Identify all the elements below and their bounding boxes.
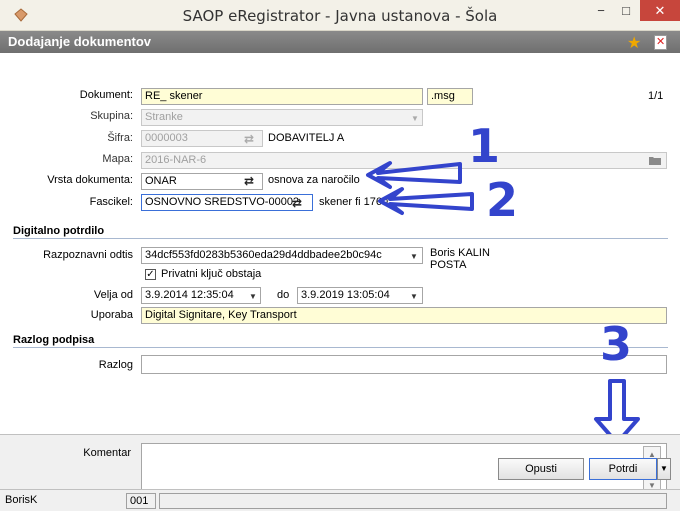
razlog-label: Razlog [98, 359, 133, 371]
section-divider [13, 238, 668, 239]
private-key-label: Privatni ključ obstaja [161, 268, 262, 280]
confirm-button-label: Potrdi [608, 463, 638, 475]
calendar-dropdown-icon[interactable]: ▼ [410, 292, 418, 301]
do-label: do [277, 289, 290, 301]
digital-certificate-section-title: Digitalno potrdilo [13, 225, 105, 237]
certificate-owner-name: Boris KALIN [430, 247, 490, 259]
annotation-number-3: 3 [600, 317, 633, 371]
velja-od-label: Velja od [93, 289, 133, 301]
favorite-star-icon[interactable]: ★ [627, 33, 641, 53]
extension-field[interactable]: .msg [427, 88, 473, 105]
folder-icon[interactable] [648, 155, 662, 166]
title-bar: SAOP eRegistrator - Javna ustanova - Šol… [0, 0, 680, 31]
maximize-button[interactable]: □ [613, 0, 639, 21]
dokument-field[interactable]: RE_ skener [141, 88, 423, 105]
confirm-dropdown-button[interactable]: ▼ [657, 458, 671, 480]
page-title: Dodajanje dokumentov [8, 34, 152, 49]
uporaba-field[interactable]: Digital Signitare, Key Transport [141, 307, 667, 324]
mapa-label: Mapa: [102, 153, 133, 165]
dokument-label: Dokument: [79, 89, 133, 101]
lookup-swap-icon[interactable]: ⇄ [244, 132, 254, 146]
status-message [159, 493, 667, 509]
calendar-dropdown-icon[interactable]: ▼ [249, 292, 257, 301]
skupina-select[interactable]: Stranke [141, 109, 423, 126]
cancel-button-label: Opusti [525, 463, 557, 475]
annotation-number-2: 2 [486, 173, 519, 227]
chevron-down-icon: ▼ [411, 114, 419, 123]
razlog-field[interactable] [141, 355, 667, 374]
signature-reason-section-title: Razlog podpisa [13, 334, 95, 346]
section-divider [13, 347, 668, 348]
status-user: BorisK [5, 494, 38, 506]
vrsta-description: osnova za naročilo [268, 174, 360, 186]
status-bar: BorisK 001 [0, 489, 680, 511]
close-button[interactable]: ✕ [640, 0, 680, 21]
form-body: Dokument: RE_ skener .msg 1/1 Skupina: S… [0, 53, 680, 511]
komentar-label: Komentar [83, 447, 131, 459]
vrsta-label: Vrsta dokumenta: [47, 174, 133, 186]
minimize-button[interactable]: − [589, 0, 613, 21]
confirm-button[interactable]: Potrdi [589, 458, 657, 480]
cancel-button[interactable]: Opusti [498, 458, 584, 480]
page-counter: 1/1 [648, 90, 664, 102]
sifra-name: DOBAVITELJ A [268, 132, 345, 144]
fascikel-field[interactable]: OSNOVNO SREDSTVO-00002 [141, 194, 313, 211]
chevron-down-icon[interactable]: ▼ [410, 252, 418, 261]
do-field[interactable]: 3.9.2019 13:05:04 [297, 287, 423, 304]
certificate-owner-org: POSTA [430, 259, 467, 271]
velja-od-field[interactable]: 3.9.2014 12:35:04 [141, 287, 261, 304]
status-code: 001 [126, 493, 156, 509]
annotation-number-1: 1 [468, 119, 501, 173]
private-key-checkbox[interactable]: ✓ [145, 269, 156, 280]
uporaba-label: Uporaba [90, 309, 133, 321]
lookup-swap-icon[interactable]: ⇄ [292, 196, 302, 210]
odtis-select[interactable]: 34dcf553fd0283b5360eda29d4ddbadee2b0c94c [141, 247, 423, 264]
odtis-label: Razpoznavni odtis [43, 249, 133, 261]
window-title: SAOP eRegistrator - Javna ustanova - Šol… [182, 7, 498, 25]
form-header: Dodajanje dokumentov ★ [0, 31, 680, 53]
sifra-label: Šifra: [107, 132, 133, 144]
fascikel-label: Fascikel: [89, 196, 133, 208]
document-close-icon[interactable] [654, 35, 667, 50]
lookup-swap-icon[interactable]: ⇄ [244, 174, 254, 188]
skupina-label: Skupina: [90, 110, 133, 122]
